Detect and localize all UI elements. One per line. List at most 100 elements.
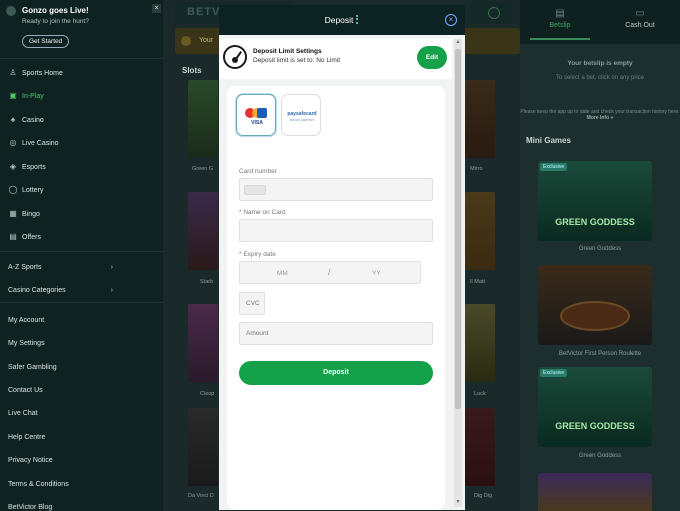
deposit-limit-text: Deposit limit is set to: No Limit (253, 57, 341, 64)
nav-contact-us[interactable]: Contact Us (0, 380, 163, 400)
betslip-note: Please keep the app up to date and check… (520, 109, 680, 121)
payment-method-card[interactable]: VISA (236, 94, 276, 136)
game-tile[interactable] (465, 80, 495, 158)
name-on-card-input[interactable] (239, 219, 433, 242)
more-info-link[interactable]: More Info » (587, 115, 614, 121)
game-tile-label: Mirro (470, 166, 483, 172)
modal-title-text: Deposit (324, 15, 354, 25)
betslip-tabs: ▤ Betslip ▭ Cash Out (520, 0, 680, 44)
nav-blog[interactable]: BetVictor Blog (0, 497, 163, 511)
mini-game-banner: GREEN GODDESS (555, 217, 635, 227)
modal-title: Deposit (219, 15, 465, 25)
card-number-input[interactable] (239, 178, 433, 201)
nav-safer-gambling[interactable]: Safer Gambling (0, 357, 163, 377)
mini-game-tile[interactable] (538, 265, 652, 345)
left-sidebar: Gonzo goes Live! Ready to join the hunt?… (0, 0, 163, 511)
game-tile-label: Da Vinci D (188, 493, 214, 499)
trophy-icon: ♙ (9, 68, 17, 77)
nav-label: A-Z Sports (8, 263, 42, 271)
nav-label: Sports Home (22, 69, 63, 77)
scrollbar-thumb[interactable] (455, 49, 461, 409)
cvc-input[interactable] (239, 292, 265, 315)
nav-label: My Account (8, 316, 45, 324)
game-tile[interactable] (465, 192, 495, 270)
mini-games-title: Mini Games (526, 136, 571, 145)
nav-label: Privacy Notice (8, 456, 53, 464)
nav-lottery[interactable]: ◯ Lottery (0, 180, 163, 200)
spade-icon: ♠ (10, 115, 16, 124)
game-tile[interactable] (188, 192, 218, 270)
nav-label: Live Casino (22, 139, 59, 147)
mini-game-label: Green Goddess (578, 453, 622, 459)
nav-live-casino[interactable]: ◎ Live Casino (0, 133, 163, 153)
nav-my-account[interactable]: My Account (0, 310, 163, 330)
amount-input[interactable] (239, 322, 433, 345)
game-tile[interactable] (188, 408, 218, 486)
tab-betslip[interactable]: ▤ Betslip (530, 4, 590, 40)
expiry-date-label: * Expiry date (239, 251, 276, 258)
visa-label: VISA (251, 120, 263, 126)
nav-label: Casino Categories (8, 286, 66, 294)
modal-scrollbar[interactable]: ▲ ▼ (454, 39, 462, 507)
tab-cashout[interactable]: ▭ Cash Out (610, 4, 670, 40)
get-started-button[interactable]: Get Started (22, 35, 70, 48)
mini-game-tile[interactable] (538, 473, 652, 511)
game-tile[interactable] (465, 304, 495, 382)
brand-logo: BETV (187, 6, 221, 18)
nav-help-centre[interactable]: Help Centre (0, 427, 163, 447)
expiry-year-placeholder[interactable]: YY (372, 270, 381, 277)
tab-label: Cash Out (625, 22, 655, 29)
nav-my-settings[interactable]: My Settings (0, 333, 163, 353)
game-tile[interactable] (188, 304, 218, 382)
mini-game-label: Green Goddess (578, 246, 622, 252)
edit-limit-button[interactable]: Edit (417, 46, 447, 69)
nav-privacy-notice[interactable]: Privacy Notice (0, 450, 163, 470)
nav-sports-home[interactable]: ♙ Sports Home (0, 63, 163, 83)
mini-game-tile[interactable]: Exclusive GREEN GODDESS (538, 367, 652, 447)
nav-casino-categories[interactable]: Casino Categories › (0, 280, 163, 300)
nav-live-chat[interactable]: Live Chat (0, 403, 163, 423)
nav-bingo[interactable]: ▦ Bingo (0, 204, 163, 224)
mini-game-banner: GREEN GODDESS (555, 421, 635, 431)
deposit-limit-card: Deposit Limit Settings Deposit limit is … (219, 39, 452, 79)
game-tile-label: Starb (200, 279, 214, 285)
live-icon: ▣ (9, 91, 17, 100)
info-icon (181, 36, 191, 46)
game-tile[interactable] (465, 408, 495, 486)
close-promo-icon[interactable]: × (152, 4, 161, 13)
nav-esports[interactable]: ◈ Esports (0, 157, 163, 177)
ball-icon: ◯ (8, 185, 18, 194)
nav-terms[interactable]: Terms & Conditions (0, 474, 163, 494)
deposit-form: VISA paysafecard secure payment Card num… (227, 86, 445, 510)
exclusive-badge: Exclusive (540, 163, 568, 171)
roulette-wheel-icon (560, 301, 630, 331)
paysafecard-logo: paysafecard (287, 111, 317, 117)
betslip-empty-subtitle: To select a bet, click on any price (555, 75, 645, 81)
betslip-icon: ▤ (555, 8, 565, 19)
scroll-up-icon[interactable]: ▲ (454, 39, 462, 47)
nav-casino[interactable]: ♠ Casino (0, 110, 163, 130)
scroll-down-icon[interactable]: ▼ (454, 499, 462, 507)
nav-label: In-Play (22, 92, 44, 100)
name-on-card-label: * Name on Card (239, 209, 286, 216)
game-tile-label: Luck (474, 391, 486, 397)
deposit-button[interactable]: Deposit (239, 361, 433, 385)
expiry-month-placeholder[interactable]: MM (277, 270, 288, 277)
more-icon (356, 15, 359, 24)
promo-logo-icon (6, 6, 16, 16)
chevron-right-icon: › (110, 263, 113, 271)
account-icon[interactable] (488, 7, 500, 19)
divider (0, 251, 163, 252)
payment-method-paysafecard[interactable]: paysafecard secure payment (281, 94, 321, 136)
nav-offers[interactable]: ▤ Offers (0, 227, 163, 247)
nav-az-sports[interactable]: A-Z Sports › (0, 257, 163, 277)
nav-in-play[interactable]: ▣ In-Play (0, 86, 163, 106)
close-icon[interactable]: × (445, 14, 457, 26)
promo-subtitle: Ready to join the hunt? (22, 18, 89, 25)
exclusive-badge: Exclusive (540, 369, 568, 377)
nav-label: Casino (22, 116, 44, 124)
mini-game-tile[interactable]: Exclusive GREEN GODDESS (538, 161, 652, 241)
account-bar (470, 2, 512, 24)
game-tile[interactable] (188, 80, 218, 158)
divider (0, 302, 163, 303)
